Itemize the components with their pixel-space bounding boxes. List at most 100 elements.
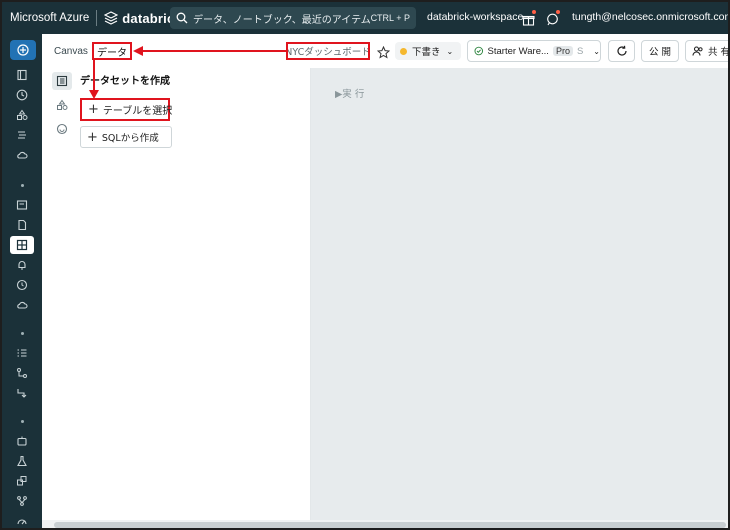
serving-icon (17, 519, 27, 525)
gift-icon (522, 15, 535, 26)
workspace-switcher[interactable]: databrick-workspace (427, 11, 523, 23)
dashboard-icon (16, 239, 28, 251)
nav-workflows[interactable] (10, 126, 34, 144)
search-shortcut: CTRL + P (370, 13, 410, 23)
share-button[interactable]: 共 有 (685, 40, 730, 62)
pipeline-icon (17, 368, 27, 378)
assistant-button[interactable] (546, 10, 560, 30)
share-label: 共 有 (708, 47, 730, 58)
draft-status-dropdown[interactable]: 下書き ⌄ (395, 42, 461, 60)
favorite-button[interactable] (376, 44, 391, 63)
nav-section-dot (21, 420, 24, 423)
draft-label: 下書き (412, 47, 441, 58)
horizontal-scrollbar-thumb[interactable] (54, 522, 726, 528)
warehouse-cloud-icon (17, 301, 28, 309)
annotation-arrow-line (93, 60, 95, 92)
databricks-logo-icon (104, 11, 119, 25)
warehouse-size: S (576, 45, 584, 57)
nav-compute[interactable] (10, 146, 34, 164)
nav-catalog[interactable] (10, 106, 34, 124)
search-icon (176, 12, 188, 24)
workflow-icon (18, 131, 26, 139)
publish-button[interactable]: 公 開 (641, 40, 679, 62)
list-check-icon (17, 349, 27, 357)
plus-icon: + (87, 129, 98, 145)
chevron-down-icon: ⌄ (593, 46, 600, 56)
clock-icon (16, 89, 28, 101)
chevron-down-icon: ⌄ (446, 46, 454, 56)
annotation-arrow-line (142, 50, 286, 52)
cloud-icon (17, 151, 28, 159)
panel-tab-datasets[interactable] (52, 72, 72, 90)
annotation-arrow-head (133, 46, 143, 56)
nav-section-dot (21, 184, 24, 187)
nav-playground[interactable] (10, 432, 34, 450)
nav-sql-warehouses[interactable] (10, 296, 34, 314)
brand-label: Microsoft Azure (10, 12, 90, 24)
draft-status-dot (400, 47, 407, 55)
nav-recents[interactable] (10, 86, 34, 104)
plus-circle-icon (17, 44, 29, 56)
select-table-label: テーブルを選択 (102, 106, 173, 117)
run-button[interactable]: ▶実 行 (335, 86, 364, 100)
users-icon (692, 46, 703, 56)
global-search[interactable]: データ、ノートブック、最近のアイテムな... CTRL + P (170, 7, 416, 29)
dashboard-title-input[interactable]: NYCダッシュボード (286, 42, 370, 60)
nav-query-history[interactable] (10, 276, 34, 294)
nav-alerts[interactable] (10, 256, 34, 274)
shapes-icon (57, 99, 68, 110)
notification-dot (556, 10, 560, 14)
user-menu[interactable]: tungth@nelcosec.onmicrosoft.com ⌄ (572, 11, 730, 23)
refresh-button[interactable] (608, 40, 635, 62)
query-icon (18, 219, 27, 231)
notification-dot (532, 10, 536, 14)
tab-canvas[interactable]: Canvas (54, 46, 88, 57)
assistant-icon (56, 123, 68, 135)
bell-icon (18, 261, 26, 270)
nav-queries[interactable] (10, 216, 34, 234)
nav-experiments[interactable] (10, 344, 34, 362)
select-table-button[interactable]: + テーブルを選択 (80, 98, 173, 121)
models-icon (17, 496, 27, 506)
nav-pipelines[interactable] (10, 364, 34, 382)
top-bar: Microsoft Azure databricks データ、ノートブック、最近… (2, 2, 728, 34)
workspace-icon (17, 69, 27, 81)
panel-tab-catalog[interactable] (52, 96, 72, 114)
chat-icon (547, 13, 558, 26)
refresh-icon (616, 45, 627, 56)
nav-sql-editor[interactable] (10, 196, 34, 214)
new-button[interactable] (10, 40, 36, 60)
tab-data[interactable]: データ (92, 42, 132, 60)
robot-icon (17, 436, 27, 446)
nav-experiments-ml[interactable] (10, 452, 34, 470)
nav-dashboards[interactable] (10, 236, 34, 254)
whats-new-button[interactable] (522, 10, 536, 30)
nav-features[interactable] (10, 472, 34, 490)
create-from-sql-label: SQLから作成 (101, 133, 159, 144)
warehouse-selector[interactable]: Starter Ware... Pro S ⌄ (467, 40, 601, 62)
nav-workspace[interactable] (10, 66, 34, 84)
search-placeholder: データ、ノートブック、最近のアイテムな... (193, 14, 371, 26)
user-email: tungth@nelcosec.onmicrosoft.com (572, 11, 730, 23)
ingestion-icon (17, 389, 27, 398)
dataset-list-icon (56, 75, 68, 87)
panel-tab-assistant[interactable] (52, 120, 72, 138)
catalog-icon (17, 109, 28, 120)
create-from-sql-button[interactable]: + SQLから作成 (80, 126, 172, 148)
query-editor-area[interactable] (311, 68, 728, 520)
app-frame: Microsoft Azure databricks データ、ノートブック、最近… (0, 0, 730, 530)
nav-section-dot (21, 332, 24, 335)
star-icon (376, 45, 391, 59)
check-circle-icon (474, 46, 484, 56)
warehouse-name: Starter Ware... (487, 45, 549, 57)
left-sidebar (2, 34, 42, 528)
sql-editor-icon (16, 200, 28, 210)
flask-icon (17, 455, 27, 467)
brand-separator (96, 10, 98, 26)
nav-models[interactable] (10, 492, 34, 510)
nav-serving[interactable] (10, 512, 34, 528)
history-icon (16, 279, 28, 291)
warehouse-tier-badge: Pro (552, 46, 573, 56)
nav-data-ingestion[interactable] (10, 384, 34, 402)
features-icon (17, 476, 27, 486)
